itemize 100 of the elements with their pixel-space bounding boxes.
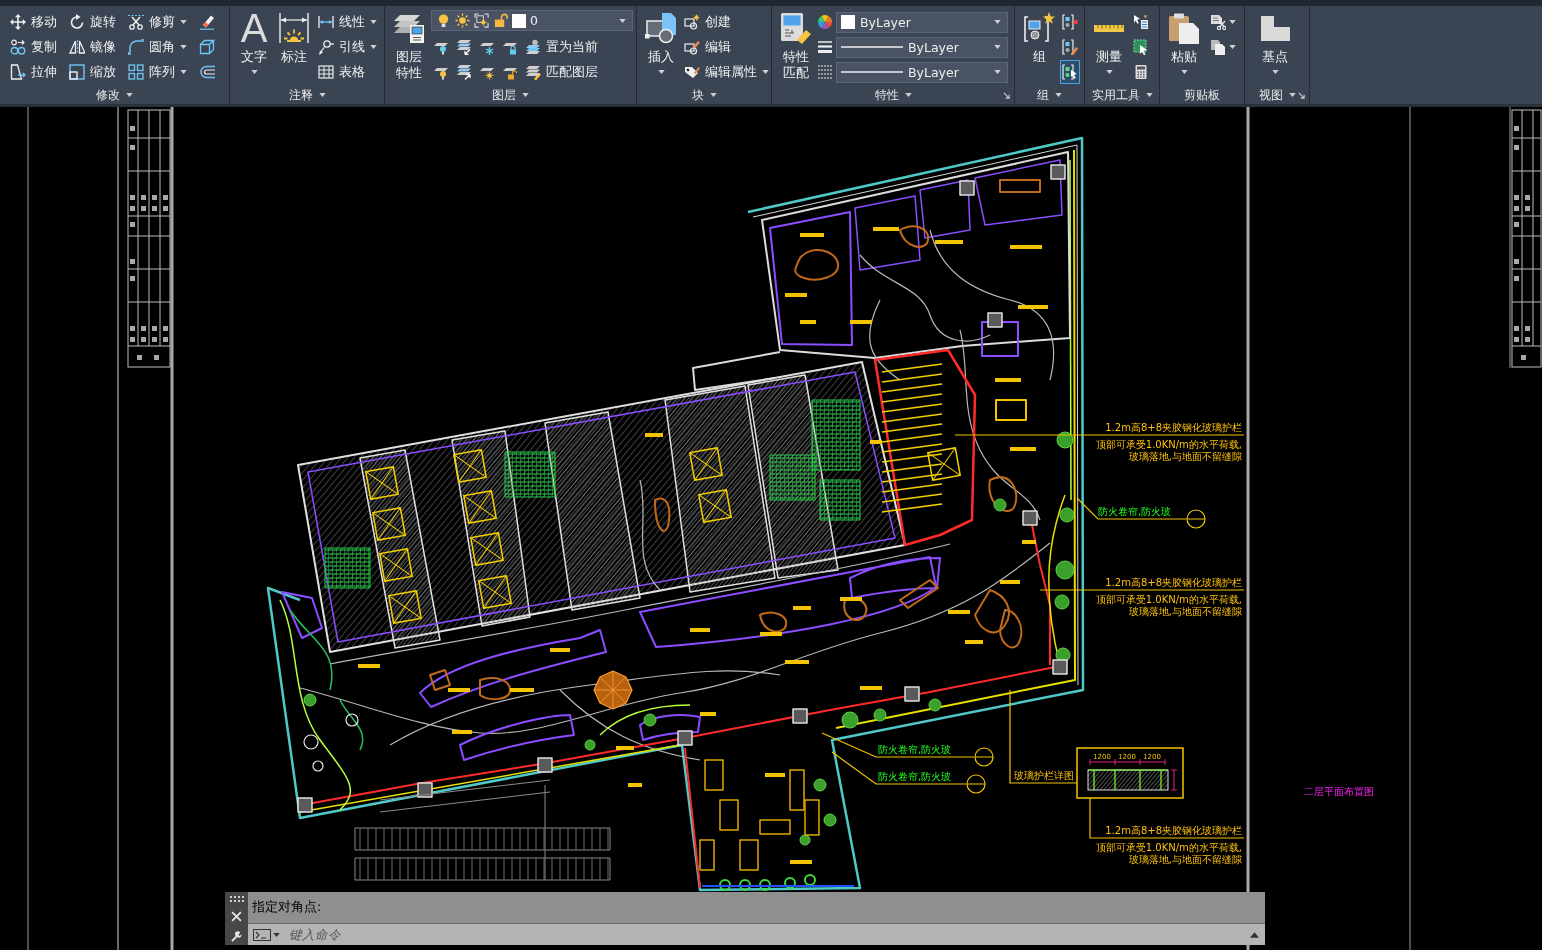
- stretch-button[interactable]: 拉伸: [8, 60, 59, 84]
- group-selection-button[interactable]: [1060, 60, 1080, 84]
- group-cursor-icon: [1062, 64, 1078, 80]
- customize-button[interactable]: [231, 931, 242, 942]
- dialog-launcher-icon[interactable]: [1298, 91, 1305, 99]
- mirror-button[interactable]: 镜像: [67, 35, 118, 59]
- open-lock-icon[interactable]: [493, 13, 508, 28]
- scissors-icon: [128, 14, 144, 30]
- panel-title[interactable]: 修改: [96, 86, 133, 104]
- line-sample-icon: [841, 70, 903, 74]
- layer-stack-arrow-icon: [456, 64, 472, 80]
- move-button[interactable]: 移动: [8, 10, 59, 34]
- color-swatch-icon: [841, 15, 855, 29]
- color-swatch-icon: [512, 13, 526, 28]
- linear-button[interactable]: 线性: [316, 10, 379, 34]
- detail-label: 玻璃护栏详图: [1014, 770, 1074, 781]
- group-icon: [1023, 12, 1055, 44]
- color-dropdown[interactable]: ByLayer: [836, 11, 1008, 33]
- callout-marker-icon: [1186, 509, 1206, 529]
- match-properties-button[interactable]: 特性匹配: [778, 10, 814, 81]
- terminal-icon: [253, 928, 271, 941]
- dimension-button[interactable]: 标注: [276, 10, 312, 65]
- panel-title[interactable]: 图层: [492, 86, 529, 104]
- rotate-button[interactable]: 旋转: [67, 10, 118, 34]
- ruler-icon: [1093, 23, 1125, 33]
- panel-title[interactable]: 组: [1037, 86, 1062, 104]
- railing-note-title: 1.2m高8+8夹胶钢化玻璃护栏: [1105, 422, 1242, 433]
- caret-icon: [994, 20, 1001, 24]
- leader-button[interactable]: 引线: [316, 35, 379, 59]
- color-wheel-icon: [817, 14, 833, 30]
- copy-button[interactable]: 复制: [8, 35, 59, 59]
- scale-button[interactable]: 缩放: [67, 60, 118, 84]
- caret-icon: [994, 70, 1001, 74]
- clipboard-icon: [1168, 12, 1200, 44]
- paste-button[interactable]: 粘贴: [1166, 10, 1202, 74]
- trim-button[interactable]: 修剪: [126, 10, 189, 34]
- edit-attributes-button[interactable]: 编辑属性: [682, 60, 771, 84]
- measure-button[interactable]: 测量: [1091, 10, 1127, 74]
- layer-properties-button[interactable]: 图层特性: [391, 10, 427, 81]
- close-button[interactable]: [231, 911, 242, 922]
- cube-icon: [199, 39, 215, 55]
- four-squares-icon: [128, 64, 144, 80]
- rotate-icon: [69, 14, 85, 30]
- layer-dropdown[interactable]: 0: [431, 10, 633, 31]
- leader-icon: [318, 39, 334, 55]
- base-point-button[interactable]: 基点: [1257, 10, 1293, 74]
- scale-icon: [69, 64, 85, 80]
- callout-marker-icon: [974, 747, 994, 767]
- command-input[interactable]: 键入命令: [285, 924, 1244, 945]
- edit-block-button[interactable]: 编辑: [682, 35, 771, 59]
- panel-title[interactable]: 块: [691, 86, 717, 104]
- viewport-sun-icon[interactable]: [474, 13, 489, 28]
- scissors-page-icon: [1210, 14, 1226, 30]
- block-pencil-icon: [684, 39, 700, 55]
- sun-icon[interactable]: [455, 13, 470, 28]
- railing-note-text: 顶部可承受1.0KN/m的水平荷载, 玻璃落地,与地面不留缝隙: [1095, 594, 1242, 617]
- railing-note-title: 1.2m高8+8夹胶钢化玻璃护栏: [1105, 825, 1242, 836]
- dialog-launcher-icon[interactable]: [1003, 91, 1010, 99]
- mirror-icon: [69, 39, 85, 55]
- command-menu-button[interactable]: [248, 924, 285, 945]
- fillet-button[interactable]: 圆角: [126, 35, 189, 59]
- callout-label: 防火卷帘,防火玻: [878, 744, 952, 755]
- callout-marker-icon: [966, 774, 986, 794]
- group-button[interactable]: 组: [1021, 10, 1057, 65]
- panel-title[interactable]: 注释: [288, 86, 326, 104]
- stretch-icon: [10, 64, 26, 80]
- pages-icon: [1210, 39, 1226, 55]
- text-button[interactable]: A 文字: [236, 10, 272, 74]
- insert-block-icon: [645, 12, 677, 44]
- line-style-dropdown[interactable]: ByLayer: [836, 61, 1008, 83]
- offset-curves-icon: [199, 64, 215, 80]
- select-all-icon: [1133, 39, 1149, 55]
- close-icon: [231, 911, 242, 922]
- panel-title[interactable]: 实用工具: [1091, 86, 1153, 104]
- text-glyph-icon: A: [240, 12, 268, 44]
- line-style-dropdown[interactable]: ByLayer: [836, 36, 1008, 58]
- panel-title[interactable]: 特性: [874, 86, 912, 104]
- layer-match-button[interactable]: 匹配图层: [523, 60, 600, 84]
- dashed-lines-icon: [817, 64, 833, 80]
- copy-icon: [10, 39, 26, 55]
- scroll-up-button[interactable]: [1244, 924, 1265, 945]
- command-history: 指定对角点:: [251, 898, 323, 916]
- layer-stack-icon: [525, 39, 541, 55]
- block-star-icon: [684, 14, 700, 30]
- lightbulb-icon[interactable]: [436, 13, 451, 28]
- table-button[interactable]: 表格: [316, 60, 379, 84]
- railing-note-title: 1.2m高8+8夹胶钢化玻璃护栏: [1105, 577, 1242, 588]
- grip-icon[interactable]: [229, 896, 244, 902]
- insert-button[interactable]: 插入: [643, 10, 679, 74]
- line-weights-icon: [817, 39, 833, 55]
- array-button[interactable]: 阵列: [126, 60, 189, 84]
- make-current-button[interactable]: 置为当前: [523, 35, 600, 59]
- scroll-up-arrow-icon: [1250, 931, 1259, 938]
- callout-label: 防火卷帘,防火玻: [1098, 506, 1172, 517]
- caret-icon: [619, 18, 626, 23]
- brush-panel-icon: [780, 12, 812, 44]
- caret-icon: [994, 45, 1001, 49]
- create-block-button[interactable]: 创建: [682, 10, 771, 34]
- panel-title[interactable]: 视图: [1258, 86, 1296, 104]
- line-sample-icon: [841, 45, 903, 49]
